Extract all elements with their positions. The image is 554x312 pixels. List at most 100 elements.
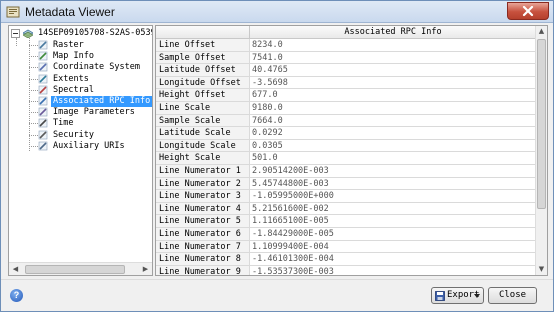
title-bar[interactable]: Metadata Viewer: [1, 1, 553, 23]
scroll-down-icon[interactable]: ▼: [536, 264, 547, 275]
security-icon: [38, 130, 48, 139]
row-value[interactable]: 677.0: [249, 89, 536, 102]
time-icon: [38, 119, 48, 128]
tree-item-label: Image Parameters: [53, 107, 135, 118]
export-button[interactable]: Export: [431, 287, 484, 304]
help-icon[interactable]: ?: [10, 289, 23, 302]
table-row[interactable]: Longitude Scale 0.0305: [156, 139, 536, 153]
footer-divider: [1, 279, 553, 280]
table-row[interactable]: Line Numerator 8 -1.46101300E-004: [156, 253, 536, 266]
tree-item-label: Map Info: [53, 51, 94, 62]
table-row[interactable]: Latitude Offset 40.4765: [156, 64, 536, 77]
row-value[interactable]: -1.46101300E-004: [249, 253, 536, 266]
row-header: Line Numerator 1: [156, 165, 249, 178]
auxiliary-uris-icon: [38, 141, 48, 151]
row-value[interactable]: 7541.0: [249, 51, 536, 65]
row-header: Line Numerator 8: [156, 253, 249, 266]
spectral-icon: [38, 85, 48, 95]
row-value[interactable]: 9180.0: [249, 102, 536, 115]
row-value[interactable]: -1.05995000E+000: [249, 190, 536, 203]
table-row[interactable]: Height Offset 677.0: [156, 89, 536, 102]
row-header: Longitude Offset: [156, 76, 249, 90]
table-row[interactable]: Height Scale 501.0: [156, 152, 536, 165]
save-disk-icon: [435, 291, 445, 301]
tree-item-label: Spectral: [53, 84, 94, 95]
row-header: Height Scale: [156, 152, 249, 165]
rpc-info-table[interactable]: Associated RPC Info Line Offset 8234.0 Sam…: [155, 25, 548, 276]
row-header: Line Numerator 2: [156, 177, 249, 191]
table-row[interactable]: Longitude Offset -3.5698: [156, 76, 536, 90]
row-value[interactable]: 40.4765: [249, 64, 536, 77]
row-header: Latitude Scale: [156, 127, 249, 140]
row-value[interactable]: -3.5698: [249, 76, 536, 90]
table-row[interactable]: Line Numerator 7 1.10999400E-004: [156, 240, 536, 254]
row-value[interactable]: 1.11665100E-005: [249, 215, 536, 228]
table-row[interactable]: Line Numerator 9 -1.53537300E-003: [156, 265, 536, 275]
close-button[interactable]: Close: [488, 287, 537, 304]
row-value[interactable]: 5.21561600E-002: [249, 202, 536, 216]
metadata-tree[interactable]: 14SEP09105708-S2AS-0539627 RasterMap Inf…: [8, 25, 153, 276]
tree-item-label: Associated RPC Info: [51, 96, 152, 107]
row-header: Sample Offset: [156, 51, 249, 65]
row-header: Line Numerator 9: [156, 265, 249, 275]
tree-item-label: Auxiliary URIs: [53, 140, 125, 151]
row-header: Line Numerator 7: [156, 240, 249, 254]
table-row[interactable]: Line Numerator 6 -1.84429000E-005: [156, 228, 536, 241]
row-header: Longitude Scale: [156, 139, 249, 153]
table-row[interactable]: Latitude Scale 0.0292: [156, 127, 536, 140]
tree-item-label: Time: [53, 118, 74, 129]
row-header: Line Numerator 4: [156, 202, 249, 216]
coordinate-system-icon: [38, 63, 48, 72]
row-value[interactable]: 0.0292: [249, 127, 536, 140]
metadata-viewer-window: Metadata Viewer 14SEP09105708-S2AS-05396…: [0, 0, 554, 312]
row-header: Line Numerator 6: [156, 228, 249, 241]
scroll-up-icon[interactable]: ▲: [536, 26, 547, 37]
row-value[interactable]: 501.0: [249, 152, 536, 165]
extents-icon: [38, 74, 48, 83]
table-row[interactable]: Line Numerator 4 5.21561600E-002: [156, 202, 536, 216]
map-info-icon: [38, 51, 48, 61]
row-header: Line Scale: [156, 102, 249, 115]
table-row[interactable]: Sample Scale 7664.0: [156, 114, 536, 128]
table-scroll-thumb[interactable]: [537, 39, 546, 209]
table-row[interactable]: Line Scale 9180.0: [156, 102, 536, 115]
tree-root-label: 14SEP09105708-S2AS-0539627: [38, 28, 152, 38]
row-value[interactable]: 0.0305: [249, 139, 536, 153]
raster-dataset-icon: [23, 29, 33, 38]
raster-icon: [38, 40, 48, 50]
row-header: Height Offset: [156, 89, 249, 102]
table-corner: [156, 26, 249, 39]
tree-scroll-thumb[interactable]: [25, 265, 125, 274]
row-value[interactable]: 1.10999400E-004: [249, 240, 536, 254]
tree-item-label: Coordinate System: [53, 62, 140, 73]
tree-item-label: Security: [53, 129, 94, 140]
column-header[interactable]: Associated RPC Info: [249, 26, 536, 39]
row-header: Sample Scale: [156, 114, 249, 128]
image-parameters-icon: [38, 107, 48, 117]
row-value[interactable]: 8234.0: [249, 39, 536, 52]
tree-item-label: Raster: [53, 40, 84, 50]
app-icon: [6, 6, 20, 18]
table-row[interactable]: Sample Offset 7541.0: [156, 51, 536, 65]
dropdown-arrow-icon: [474, 294, 480, 298]
table-row[interactable]: Line Numerator 1 2.90514200E-003: [156, 165, 536, 178]
row-value[interactable]: 5.45744800E-003: [249, 177, 536, 191]
table-vertical-scrollbar[interactable]: ▲ ▼: [535, 26, 547, 275]
scroll-left-icon[interactable]: ◀: [9, 264, 22, 275]
row-header: Line Numerator 5: [156, 215, 249, 228]
rpc-info-icon: [38, 96, 48, 106]
close-icon: [522, 6, 534, 17]
table-row[interactable]: Line Numerator 2 5.45744800E-003: [156, 177, 536, 191]
tree-horizontal-scrollbar[interactable]: ◀ ▶: [9, 262, 152, 275]
table-row[interactable]: Line Numerator 5 1.11665100E-005: [156, 215, 536, 228]
row-value[interactable]: 2.90514200E-003: [249, 165, 536, 178]
row-header: Line Offset: [156, 39, 249, 52]
scroll-right-icon[interactable]: ▶: [139, 264, 152, 275]
row-value[interactable]: 7664.0: [249, 114, 536, 128]
table-row[interactable]: Line Offset 8234.0: [156, 39, 536, 52]
collapse-expander[interactable]: [11, 29, 20, 38]
window-close-button[interactable]: [507, 2, 549, 20]
row-value[interactable]: -1.84429000E-005: [249, 228, 536, 241]
table-row[interactable]: Line Numerator 3 -1.05995000E+000: [156, 190, 536, 203]
row-value[interactable]: -1.53537300E-003: [249, 265, 536, 275]
